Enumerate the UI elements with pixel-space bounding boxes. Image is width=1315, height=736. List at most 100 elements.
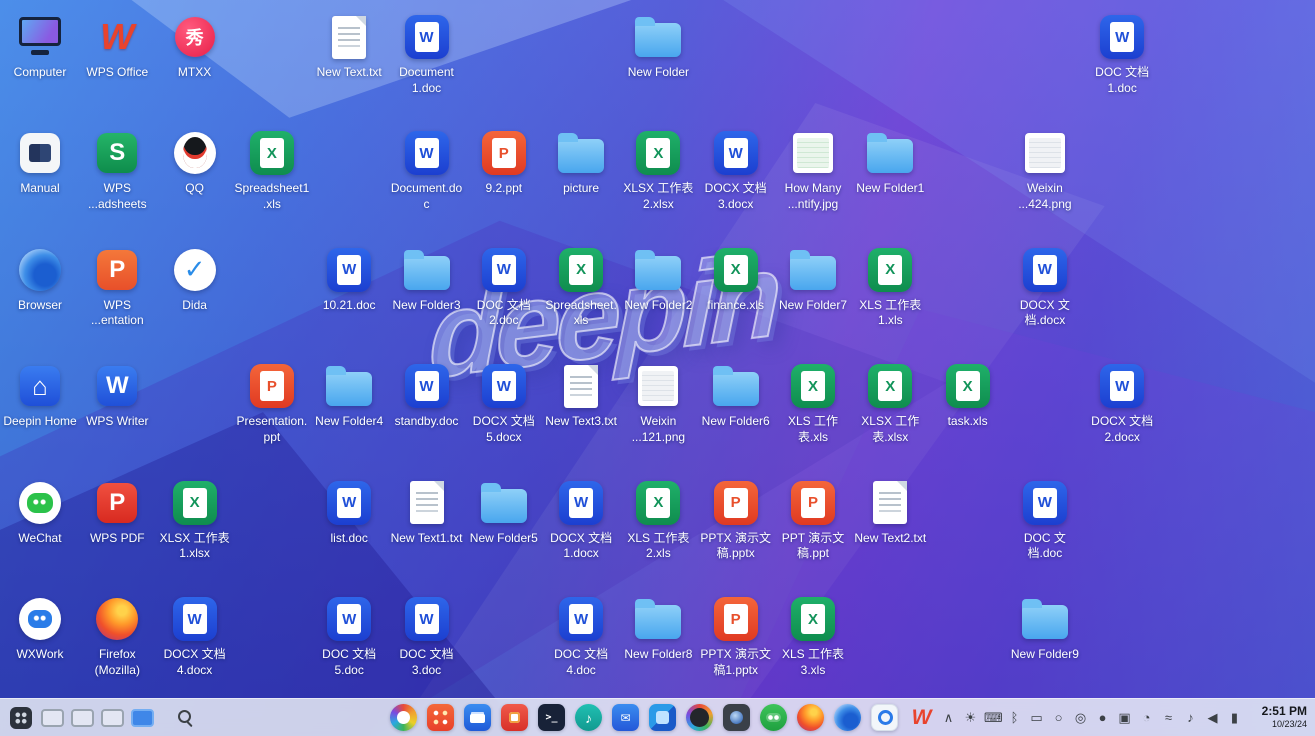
desktop-icon[interactable]: New Folder6 (697, 355, 775, 467)
desktop-icon[interactable]: New Folder1 (851, 122, 929, 234)
volume-icon[interactable]: ◀ (1204, 711, 1221, 724)
power-manager-icon[interactable]: ○ (1050, 711, 1067, 724)
desktop-icon[interactable]: Wstandby.doc (388, 355, 466, 467)
wps-office-dock-icon[interactable]: W (908, 704, 935, 731)
desktop-icon[interactable]: ⌂ Deepin Home (1, 355, 79, 467)
headset-icon[interactable]: ♪ (1182, 711, 1199, 724)
desktop-icon[interactable]: W DOCX 文档 2.docx (1083, 355, 1161, 467)
desktop-icon[interactable]: P Presentation.ppt (233, 355, 311, 467)
desktop-icon[interactable]: Xtask.xls (929, 355, 1007, 467)
workspace-icon[interactable]: ▣ (1116, 711, 1133, 724)
camera-dock-icon[interactable] (723, 704, 750, 731)
desktop-icon[interactable]: WeChat (1, 472, 79, 584)
desktop-icon[interactable]: New Folder5 (465, 472, 543, 584)
desktop-icon[interactable]: Wlist.doc (310, 472, 388, 584)
desktop-icon[interactable]: New Text2.txt (851, 472, 929, 584)
desktop-icon[interactable]: P PPTX 演示文稿.pptx (697, 472, 775, 584)
desktop-icon[interactable]: New Folder (619, 6, 697, 118)
desktop-icon[interactable]: S WPS ...adsheets (78, 122, 156, 234)
launcher-dock-icon[interactable] (390, 704, 417, 731)
desktop-icon[interactable]: W 10.21.doc (310, 239, 388, 351)
desktop-icon[interactable]: W DOC 文档 3.doc (388, 588, 466, 700)
network-icon[interactable]: ≈ (1160, 711, 1177, 724)
expand-chevron-icon[interactable]: ∧ (940, 711, 957, 724)
desktop-icon[interactable]: WXWork (1, 588, 79, 700)
desktop-icon[interactable]: X XLS 工作表 3.xls (774, 588, 852, 700)
desktop-icon[interactable]: P 9.2.ppt (465, 122, 543, 234)
desktop-icon[interactable]: W DOC 文档 4.doc (542, 588, 620, 700)
screen-record-icon[interactable]: ● (1094, 711, 1111, 724)
desktop-icon[interactable]: 秀 MTXX (156, 6, 234, 118)
desktop-icon[interactable]: QQ (156, 122, 234, 234)
desktop-icon[interactable]: W DOC 文档 1.doc (1083, 6, 1161, 118)
desktop-icon[interactable]: W WPS Writer (78, 355, 156, 467)
desktop-icon[interactable]: W DOCX 文档.docx (1006, 239, 1084, 351)
desktop-icon[interactable]: New Text3.txt (542, 355, 620, 467)
desktop-icon[interactable]: Firefox (Mozilla) (78, 588, 156, 700)
desktop-icon[interactable]: X XLS 工作表 1.xls (851, 239, 929, 351)
desktop-icon[interactable]: P PPTX 演示文稿1.pptx (697, 588, 775, 700)
browser-dock-icon[interactable] (834, 704, 861, 731)
battery-icon[interactable]: ▮ (1226, 711, 1243, 724)
desktop-icon[interactable]: picture (542, 122, 620, 234)
screen-capture-dock-icon[interactable] (871, 704, 898, 731)
desktop-icon[interactable]: W DOCX 文档 5.docx (465, 355, 543, 467)
desktop-icon[interactable]: Weixin ...121.png (619, 355, 697, 467)
control-center-dock-icon[interactable] (686, 704, 713, 731)
bluetooth-icon[interactable]: ᛒ (1006, 711, 1023, 724)
desktop-icon[interactable]: P PPT 演示文稿.ppt (774, 472, 852, 584)
desktop-icon[interactable]: W DOC 文档 5.doc (310, 588, 388, 700)
multitask-view-button[interactable] (10, 706, 32, 729)
desktop-icon[interactable]: W DOC 文档.doc (1006, 472, 1084, 584)
notifications-icon[interactable]: ◔ (1138, 711, 1155, 724)
desktop-icon[interactable]: Browser (1, 239, 79, 351)
desktop-icon[interactable]: W Document 1.doc (388, 6, 466, 118)
desktop-icon[interactable]: Weixin ...424.png (1006, 122, 1084, 234)
desktop-icon[interactable]: X Spreadsheet.xls (542, 239, 620, 351)
desktop-icon[interactable]: X XLSX 工作表.xlsx (851, 355, 929, 467)
desktop-icon[interactable]: W DOC 文档 2.doc (465, 239, 543, 351)
desktop-icon[interactable]: New Folder8 (619, 588, 697, 700)
desktop-icon[interactable]: New Folder2 (619, 239, 697, 351)
keyboard-icon[interactable]: ⌨ (984, 711, 1003, 724)
file-manager-dock-icon[interactable] (464, 704, 491, 731)
desktop-icon[interactable]: P WPS PDF (78, 472, 156, 584)
window-preview[interactable] (101, 708, 124, 727)
voice-assistant-dock-icon[interactable] (760, 704, 787, 731)
desktop-icon[interactable]: New Folder7 (774, 239, 852, 351)
desktop-icon[interactable]: W WPS Office (78, 6, 156, 118)
desktop-icon[interactable]: New Text1.txt (388, 472, 466, 584)
window-preview[interactable] (41, 708, 64, 727)
display-icon[interactable]: ▭ (1028, 711, 1045, 724)
desktop-icon[interactable]: W DOCX 文档 3.docx (697, 122, 775, 234)
eye-comfort-icon[interactable]: ◎ (1072, 711, 1089, 724)
desktop-icon[interactable]: How Many ...ntify.jpg (774, 122, 852, 234)
firefox-dock-icon[interactable] (797, 704, 824, 731)
brightness-icon[interactable]: ☀ (962, 711, 979, 724)
desktop-icon[interactable]: X XLS 工作表 2.xls (619, 472, 697, 584)
terminal-dock-icon[interactable]: >_ (538, 704, 565, 731)
desktop-icon[interactable]: X Spreadsheet1.xls (233, 122, 311, 234)
music-dock-icon[interactable]: ♪ (575, 704, 602, 731)
desktop-icon[interactable]: Xfinance.xls (697, 239, 775, 351)
window-preview[interactable] (131, 708, 154, 727)
taskbar-clock[interactable]: 2:51 PM 10/23/24 (1262, 699, 1307, 736)
desktop-icon[interactable]: Computer (1, 6, 79, 118)
desktop-icon[interactable]: New Folder4 (310, 355, 388, 467)
app-market-dock-icon[interactable] (501, 704, 528, 731)
desktop-icon[interactable]: W DOCX 文档 1.docx (542, 472, 620, 584)
desktop-icon[interactable]: New Text.txt (310, 6, 388, 118)
desktop-icon[interactable]: New Folder9 (1006, 588, 1084, 700)
desktop-icon[interactable]: W DOCX 文档 4.docx (156, 588, 234, 700)
desktop-icon[interactable]: X XLS 工作表.xls (774, 355, 852, 467)
desktop-icon[interactable]: X XLSX 工作表1.xlsx (156, 472, 234, 584)
desktop-icon[interactable]: New Folder3 (388, 239, 466, 351)
desktop-icon[interactable]: X XLSX 工作表2.xlsx (619, 122, 697, 234)
desktop-icon[interactable]: P WPS ...entation (78, 239, 156, 351)
desktop-icon[interactable]: W Document.doc (388, 122, 466, 234)
desktop-icon[interactable]: Manual (1, 122, 79, 234)
window-preview[interactable] (71, 708, 94, 727)
search-icon[interactable] (177, 709, 194, 726)
text-editor-dock-icon[interactable] (649, 704, 676, 731)
app-store-dock-icon[interactable] (427, 704, 454, 731)
